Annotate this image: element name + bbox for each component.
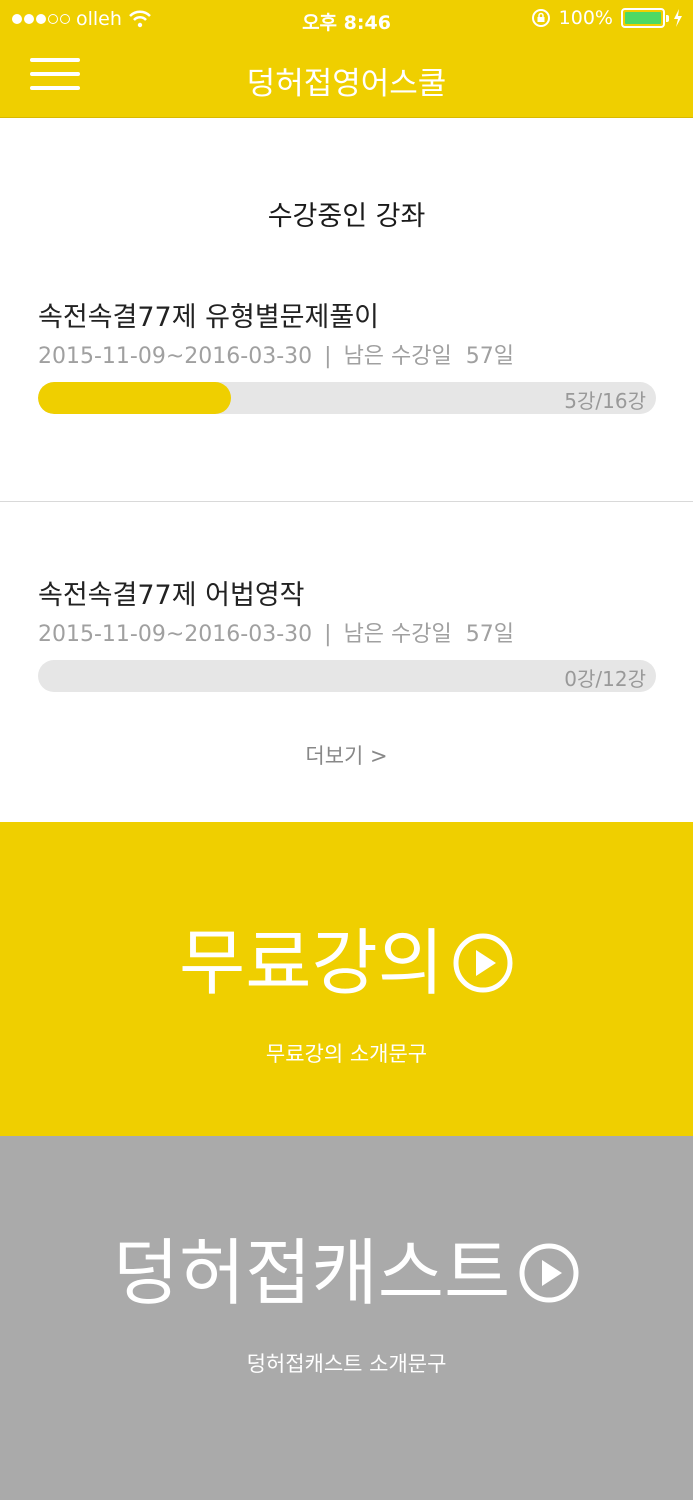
course-period: 2015-11-09~2016-03-30 bbox=[38, 622, 313, 647]
progress-fill bbox=[38, 382, 232, 414]
course-meta: 2015-11-09~2016-03-30 | 남은 수강일 57일 bbox=[38, 342, 656, 372]
status-right-group: 100% bbox=[531, 7, 683, 29]
free-lecture-banner[interactable]: 무료강의 무료강의 소개문구 bbox=[0, 822, 693, 1136]
remaining-label: 남은 수강일 bbox=[343, 344, 452, 369]
play-circle-icon[interactable] bbox=[452, 932, 514, 994]
course-title: 속전속결77제 유형별문제풀이 bbox=[38, 302, 380, 333]
course-divider bbox=[0, 501, 693, 502]
meta-separator: | bbox=[324, 344, 332, 369]
nav-bar: 덩허접영어스쿨 bbox=[0, 40, 693, 118]
rotation-lock-icon bbox=[531, 9, 550, 27]
app-title: 덩허접영어스쿨 bbox=[246, 66, 447, 102]
cast-title-row: 덩허접캐스트 bbox=[0, 1228, 693, 1318]
battery-percent: 100% bbox=[558, 7, 613, 29]
cast-title: 덩허접캐스트 bbox=[112, 1231, 511, 1315]
more-link[interactable]: 더보기 > bbox=[0, 740, 693, 770]
course-period: 2015-11-09~2016-03-30 bbox=[38, 344, 313, 369]
play-circle-icon[interactable] bbox=[518, 1242, 580, 1304]
course-progress-bar: 5강/16강 bbox=[38, 382, 656, 414]
progress-count: 5강/16강 bbox=[564, 389, 646, 413]
progress-count: 0강/12강 bbox=[564, 667, 646, 691]
free-lecture-title-row: 무료강의 bbox=[0, 918, 693, 1008]
battery-icon bbox=[621, 8, 669, 28]
remaining-days: 57일 bbox=[465, 622, 514, 647]
remaining-days: 57일 bbox=[465, 344, 514, 369]
cast-subtitle: 덩허접캐스트 소개문구 bbox=[246, 1352, 447, 1376]
free-lecture-title: 무료강의 bbox=[179, 921, 444, 1005]
course-meta: 2015-11-09~2016-03-30 | 남은 수강일 57일 bbox=[38, 620, 656, 650]
status-bar: olleh 오후 8:46 100% bbox=[0, 0, 693, 40]
charging-bolt-icon bbox=[674, 9, 682, 27]
course-item[interactable]: 속전속결77제 어법영작 2015-11-09~2016-03-30 | 남은 수강… bbox=[38, 578, 656, 692]
remaining-label: 남은 수강일 bbox=[343, 622, 452, 647]
meta-separator: | bbox=[324, 622, 332, 647]
free-lecture-subtitle: 무료강의 소개문구 bbox=[265, 1042, 428, 1066]
cast-banner[interactable]: 덩허접캐스트 덩허접캐스트 소개문구 bbox=[0, 1136, 693, 1500]
course-title: 속전속결77제 어법영작 bbox=[38, 580, 305, 611]
enrolled-section-title: 수강중인 강좌 bbox=[267, 201, 426, 232]
course-progress-bar: 0강/12강 bbox=[38, 660, 656, 692]
course-item[interactable]: 속전속결77제 유형별문제풀이 2015-11-09~2016-03-30 | 남은… bbox=[38, 300, 656, 414]
